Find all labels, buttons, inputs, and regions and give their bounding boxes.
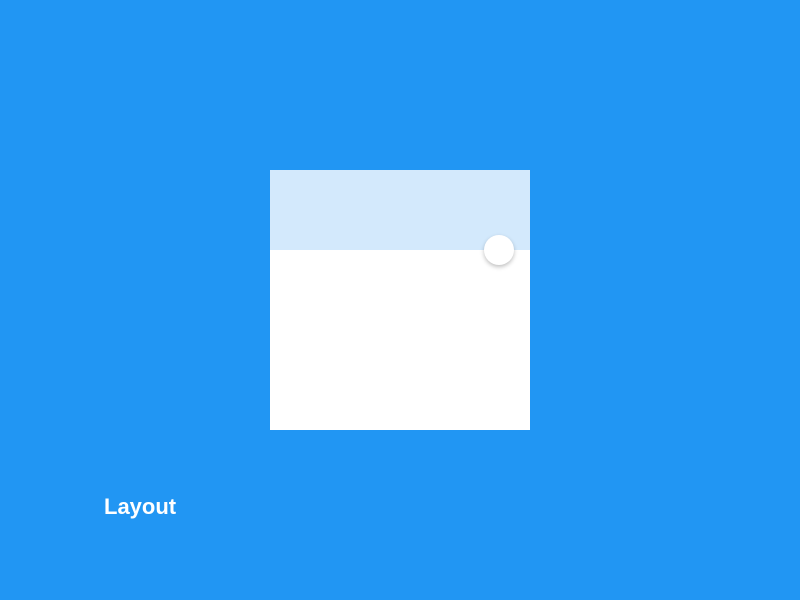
layout-label: Layout bbox=[104, 494, 177, 519]
layout-card bbox=[270, 170, 530, 430]
floating-action-button[interactable] bbox=[484, 235, 514, 265]
